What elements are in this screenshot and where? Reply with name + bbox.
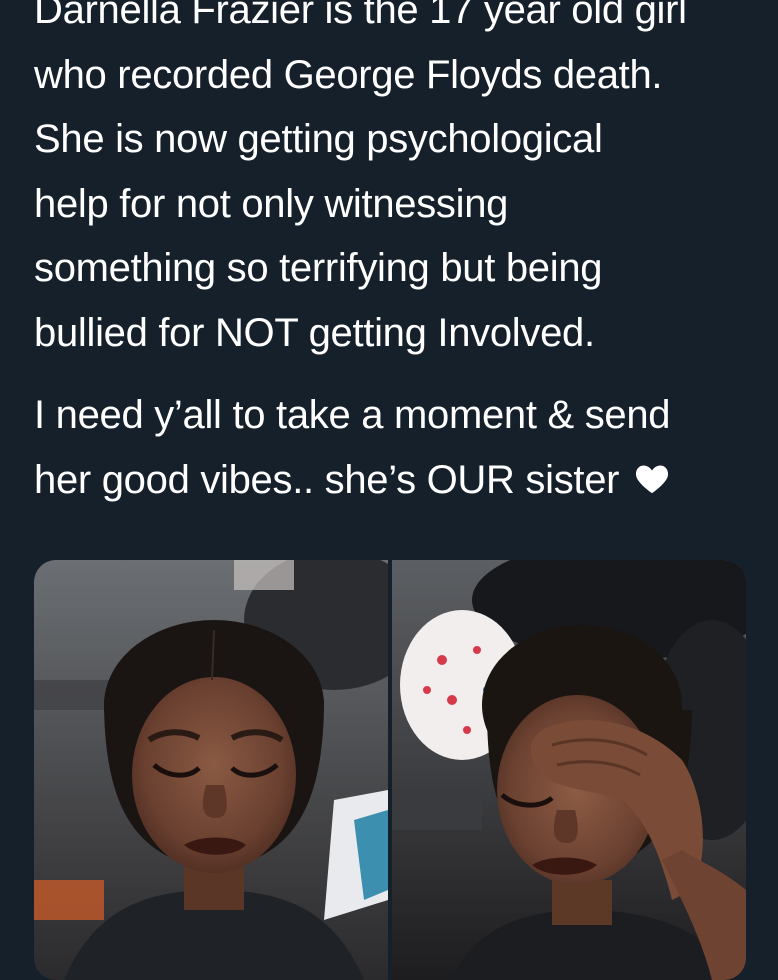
tweet-line: I need y’all to take a moment & send <box>34 393 671 437</box>
tweet-paragraph-2: I need y’all to take a moment & send her… <box>34 383 754 512</box>
tweet-line: help for not only witnessing <box>34 181 509 226</box>
tweet-line: bullied for NOT getting Involved. <box>34 310 595 355</box>
photo-left[interactable] <box>34 560 388 980</box>
photo-right-image <box>392 560 746 980</box>
tweet-line: her good vibes.. she’s OUR sister <box>34 457 620 502</box>
photo-right[interactable] <box>392 560 746 980</box>
tweet-line-with-emoji: her good vibes.. she’s OUR sister <box>34 448 754 513</box>
tweet-line: She is now getting psychological <box>34 117 603 161</box>
tweet-media[interactable] <box>34 560 746 980</box>
tweet-line: who recorded George Floyds death. <box>34 52 663 97</box>
tweet-line: something so terrifying but being <box>34 246 603 290</box>
tweet-paragraph-1: Darnella Frazier is the 17 year old girl… <box>34 0 754 365</box>
photo-left-image <box>34 560 388 980</box>
tweet-line: Darnella Frazier is the 17 year old girl <box>34 0 687 32</box>
tweet-text: Darnella Frazier is the 17 year old girl… <box>34 0 754 512</box>
white-heart-icon <box>635 464 669 493</box>
